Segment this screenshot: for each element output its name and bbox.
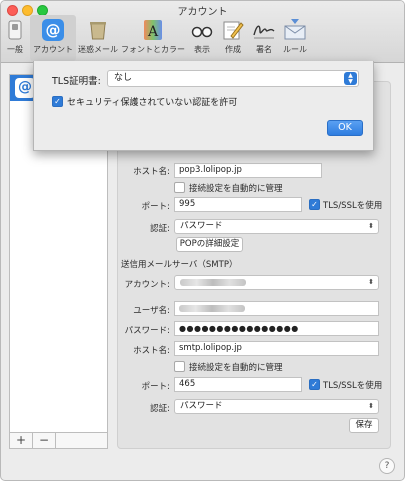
toolbar-accounts-label: アカウント [33, 45, 73, 54]
toolbar-viewing-label: 表示 [194, 45, 210, 54]
smtp-auth-value: パスワード [180, 401, 223, 411]
switch-icon [8, 20, 22, 40]
smtp-account-label: アカウント: [124, 280, 170, 290]
incoming-auto-manage-checkbox[interactable] [174, 182, 185, 193]
incoming-host-field[interactable]: pop3.lolipop.jp [174, 163, 322, 178]
blurred-account-value [180, 279, 246, 286]
at-sign-icon: @ [42, 19, 64, 41]
toolbar-accounts[interactable]: @ アカウント [30, 15, 76, 61]
smtp-password-label: パスワード: [124, 326, 170, 336]
add-account-button[interactable]: + [10, 433, 33, 448]
tls-cert-value: なし [114, 73, 133, 83]
smtp-section-title: 送信用メールサーバ（SMTP） [121, 260, 238, 270]
toolbar-fonts-colors-label: フォントとカラー [121, 45, 185, 54]
account-list-footer: + − [9, 432, 108, 449]
chevron-updown-icon: ⬍ [368, 402, 374, 410]
smtp-tls-checkbox[interactable]: ✓ [309, 379, 320, 390]
blurred-username-value [179, 305, 245, 312]
incoming-auth-value: パスワード [180, 221, 223, 231]
incoming-port-label: ポート: [141, 202, 170, 212]
rule-envelope-icon [284, 19, 306, 40]
toolbar-composing[interactable]: 作成 [218, 15, 248, 61]
toolbar-fonts-colors[interactable]: A フォントとカラー [120, 15, 186, 61]
smtp-port-field[interactable]: 465 [174, 377, 302, 392]
toolbar-junk-mail-label: 迷惑メール [78, 45, 118, 54]
incoming-port-field[interactable]: 995 [174, 197, 302, 212]
toolbar-general-label: 一般 [7, 45, 23, 54]
smtp-username-label: ユーザ名: [133, 306, 170, 316]
account-at-icon: @ [15, 78, 35, 98]
help-button[interactable]: ? [379, 458, 395, 474]
font-color-icon: A [144, 20, 162, 40]
smtp-auth-popup[interactable]: パスワード ⬍ [174, 399, 379, 414]
svg-text:A: A [147, 24, 159, 40]
preferences-window: アカウント 一般 @ アカウント 迷惑メール A フォントとカラー 表示 作成 … [0, 0, 405, 481]
toolbar-viewing[interactable]: 表示 [187, 15, 217, 61]
smtp-host-label: ホスト名: [133, 346, 170, 356]
toolbar-rules-label: ルール [283, 45, 307, 54]
trash-can-icon [90, 22, 106, 40]
smtp-auth-label: 認証: [150, 404, 170, 414]
incoming-auth-label: 認証: [150, 224, 170, 234]
toolbar-signatures-label: 署名 [256, 45, 272, 54]
save-button[interactable]: 保存 [349, 418, 379, 433]
remove-account-button[interactable]: − [33, 433, 56, 448]
smtp-host-field[interactable]: smtp.lolipop.jp [174, 341, 379, 356]
toolbar-composing-label: 作成 [225, 45, 241, 54]
svg-text:@: @ [46, 21, 61, 39]
incoming-auth-popup[interactable]: パスワード ⬍ [174, 219, 379, 234]
chevron-updown-icon: ⬍ [368, 222, 374, 230]
ok-button[interactable]: OK [327, 120, 363, 136]
chevron-updown-icon: ▲ ▼ [344, 72, 357, 85]
smtp-username-field[interactable] [174, 301, 379, 316]
smtp-password-field[interactable]: ●●●●●●●●●●●●●●●● [174, 321, 379, 336]
allow-insecure-auth-checkbox[interactable]: ✓ [52, 96, 63, 107]
incoming-tls-checkbox[interactable]: ✓ [309, 199, 320, 210]
chevron-updown-icon: ⬍ [368, 278, 374, 286]
toolbar-general[interactable]: 一般 [1, 15, 29, 61]
smtp-auto-manage-label: 接続設定を自動的に管理 [189, 363, 283, 373]
incoming-tls-label: TLS/SSLを使用 [323, 201, 383, 211]
pencil-note-icon [223, 21, 244, 40]
incoming-host-label: ホスト名: [133, 167, 170, 177]
signature-icon [253, 25, 275, 39]
glasses-icon [191, 26, 213, 38]
incoming-auto-manage-label: 接続設定を自動的に管理 [189, 184, 283, 194]
smtp-port-label: ポート: [141, 382, 170, 392]
smtp-account-popup[interactable]: ⬍ [174, 275, 379, 290]
tls-cert-label: TLS証明書: [52, 76, 101, 87]
tls-cert-popup[interactable]: なし ▲ ▼ [107, 70, 359, 87]
smtp-tls-label: TLS/SSLを使用 [323, 381, 383, 391]
toolbar-junk-mail[interactable]: 迷惑メール [77, 15, 119, 61]
smtp-auto-manage-checkbox[interactable] [174, 361, 185, 372]
pop-details-button[interactable]: POPの詳細設定 [176, 237, 243, 252]
toolbar-rules[interactable]: ルール [280, 15, 310, 61]
title-bar: アカウント 一般 @ アカウント 迷惑メール A フォントとカラー 表示 作成 … [1, 1, 404, 63]
allow-insecure-auth-label: セキュリティ保護されていない認証を許可 [67, 98, 238, 108]
toolbar-signatures[interactable]: 署名 [249, 15, 279, 61]
tls-certificate-sheet: TLS証明書: なし ▲ ▼ ✓ セキュリティ保護されていない認証を許可 OK [33, 61, 374, 151]
